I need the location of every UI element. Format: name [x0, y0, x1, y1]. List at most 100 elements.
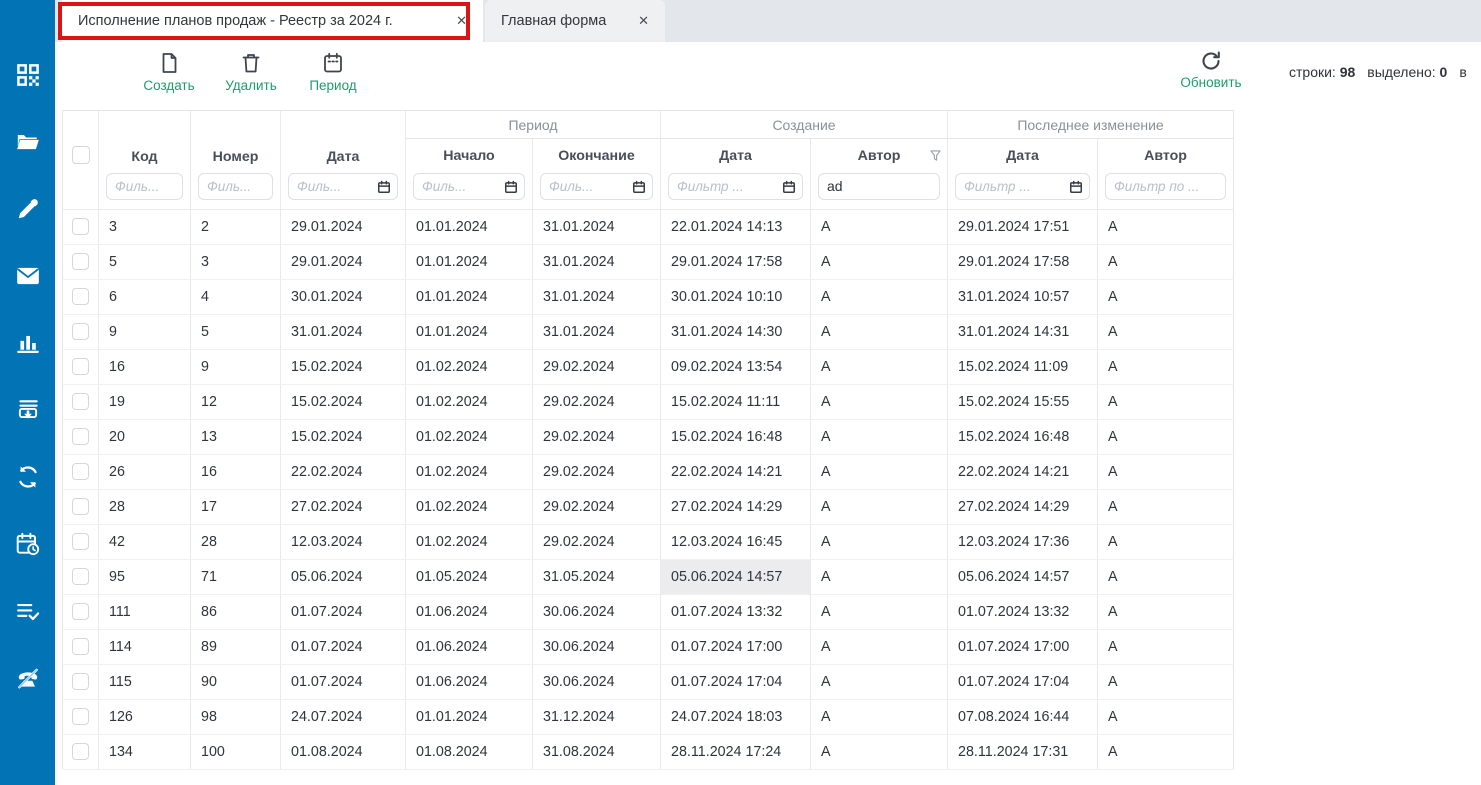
calendar-icon[interactable] [504, 180, 518, 194]
cell-mod-author: A [1098, 664, 1234, 699]
cell-period-start: 01.01.2024 [406, 699, 533, 734]
row-checkbox[interactable] [72, 428, 89, 445]
filter-input-creation-author[interactable] [818, 173, 940, 200]
column-header-mod-date[interactable]: Дата [948, 139, 1098, 173]
row-checkbox[interactable] [72, 393, 89, 410]
filter-input-number[interactable] [198, 173, 273, 200]
tab-main-form[interactable]: Главная форма ✕ [485, 0, 665, 42]
row-select-cell [63, 244, 99, 279]
tab-register-2024[interactable]: Исполнение планов продаж - Реестр за 202… [62, 0, 483, 42]
row-checkbox[interactable] [72, 218, 89, 235]
row-select-cell [63, 524, 99, 559]
calendar-icon[interactable] [632, 180, 646, 194]
cell-period-start: 01.02.2024 [406, 454, 533, 489]
row-checkbox[interactable] [72, 673, 89, 690]
table-row: 19 12 15.02.2024 01.02.2024 29.02.2024 1… [63, 384, 1234, 419]
cell-creation-author: A [811, 489, 948, 524]
cell-mod-date: 15.02.2024 11:09 [948, 349, 1098, 384]
cell-mod-author: A [1098, 524, 1234, 559]
close-icon[interactable]: ✕ [456, 13, 467, 29]
column-header-creation-date[interactable]: Дата [661, 139, 811, 173]
calendar-icon[interactable] [1069, 180, 1083, 194]
cell-creation-date: 30.01.2024 10:10 [661, 279, 811, 314]
column-header-number[interactable]: Номер [191, 111, 281, 173]
select-all-checkbox[interactable] [72, 146, 90, 164]
cell-mod-author: A [1098, 594, 1234, 629]
column-header-code[interactable]: Код [99, 111, 191, 173]
envelope-icon[interactable] [15, 263, 41, 289]
cell-code: 3 [99, 209, 191, 244]
cell-number: 71 [191, 559, 281, 594]
cell-mod-author: A [1098, 454, 1234, 489]
cell-mod-date: 12.03.2024 17:36 [948, 524, 1098, 559]
list-check-icon[interactable] [15, 598, 41, 624]
pencil-icon[interactable] [15, 196, 41, 222]
cell-period-end: 29.02.2024 [533, 489, 661, 524]
row-checkbox[interactable] [72, 743, 89, 760]
export-list-icon[interactable] [15, 397, 41, 423]
cell-mod-date: 22.02.2024 14:21 [948, 454, 1098, 489]
bar-chart-icon[interactable] [15, 330, 41, 356]
cell-period-start: 01.01.2024 [406, 314, 533, 349]
tab-label: Исполнение планов продаж - Реестр за 202… [78, 13, 393, 29]
row-checkbox[interactable] [72, 253, 89, 270]
cell-period-start: 01.06.2024 [406, 664, 533, 699]
filter-input-mod-author[interactable] [1105, 173, 1226, 200]
calendar-icon[interactable] [782, 180, 796, 194]
row-checkbox[interactable] [72, 288, 89, 305]
delete-button[interactable]: Удалить [222, 51, 280, 93]
trash-icon [239, 51, 263, 75]
row-checkbox[interactable] [72, 568, 89, 585]
row-select-cell [63, 419, 99, 454]
cell-mod-date: 07.08.2024 16:44 [948, 699, 1098, 734]
row-checkbox[interactable] [72, 638, 89, 655]
cell-mod-date: 15.02.2024 15:55 [948, 384, 1098, 419]
cell-mod-author: A [1098, 209, 1234, 244]
cell-number: 13 [191, 419, 281, 454]
cell-creation-date: 28.11.2024 17:24 [661, 734, 811, 769]
cell-code: 42 [99, 524, 191, 559]
cell-mod-date: 29.01.2024 17:51 [948, 209, 1098, 244]
row-checkbox[interactable] [72, 498, 89, 515]
calendar-icon[interactable] [377, 180, 391, 194]
row-select-cell [63, 629, 99, 664]
cell-period-end: 29.02.2024 [533, 349, 661, 384]
cell-mod-date: 28.11.2024 17:31 [948, 734, 1098, 769]
create-button[interactable]: Создать [140, 51, 198, 93]
folder-open-icon[interactable] [15, 129, 41, 155]
close-icon[interactable]: ✕ [638, 13, 649, 29]
cell-date: 29.01.2024 [281, 244, 406, 279]
qr-code-icon[interactable] [15, 62, 41, 88]
column-header-mod-author[interactable]: Автор [1098, 139, 1234, 173]
refresh-button[interactable]: Обновить [1172, 49, 1250, 90]
cell-mod-author: A [1098, 559, 1234, 594]
cell-period-start: 01.08.2024 [406, 734, 533, 769]
calendar-clock-icon[interactable] [15, 531, 41, 557]
row-checkbox[interactable] [72, 358, 89, 375]
row-checkbox[interactable] [72, 603, 89, 620]
row-checkbox[interactable] [72, 463, 89, 480]
cell-number: 2 [191, 209, 281, 244]
filter-input-code[interactable] [106, 173, 183, 200]
period-button[interactable]: Период [304, 51, 362, 93]
filter-funnel-icon[interactable] [930, 150, 941, 162]
column-header-end[interactable]: Окончание [533, 139, 661, 173]
row-checkbox[interactable] [72, 323, 89, 340]
cell-code: 19 [99, 384, 191, 419]
column-header-start[interactable]: Начало [406, 139, 533, 173]
cell-period-start: 01.02.2024 [406, 419, 533, 454]
cell-period-start: 01.06.2024 [406, 629, 533, 664]
cell-date: 24.07.2024 [281, 699, 406, 734]
phone-disabled-icon[interactable] [15, 665, 41, 691]
cell-creation-author: A [811, 279, 948, 314]
cell-number: 28 [191, 524, 281, 559]
cell-period-start: 01.06.2024 [406, 594, 533, 629]
row-checkbox[interactable] [72, 708, 89, 725]
table-row: 95 71 05.06.2024 01.05.2024 31.05.2024 0… [63, 559, 1234, 594]
column-header-date[interactable]: Дата [281, 111, 406, 173]
cell-period-start: 01.02.2024 [406, 489, 533, 524]
sync-icon[interactable] [15, 464, 41, 490]
row-checkbox[interactable] [72, 533, 89, 550]
column-header-creation-author[interactable]: Автор [811, 139, 948, 173]
cell-date: 01.07.2024 [281, 664, 406, 699]
